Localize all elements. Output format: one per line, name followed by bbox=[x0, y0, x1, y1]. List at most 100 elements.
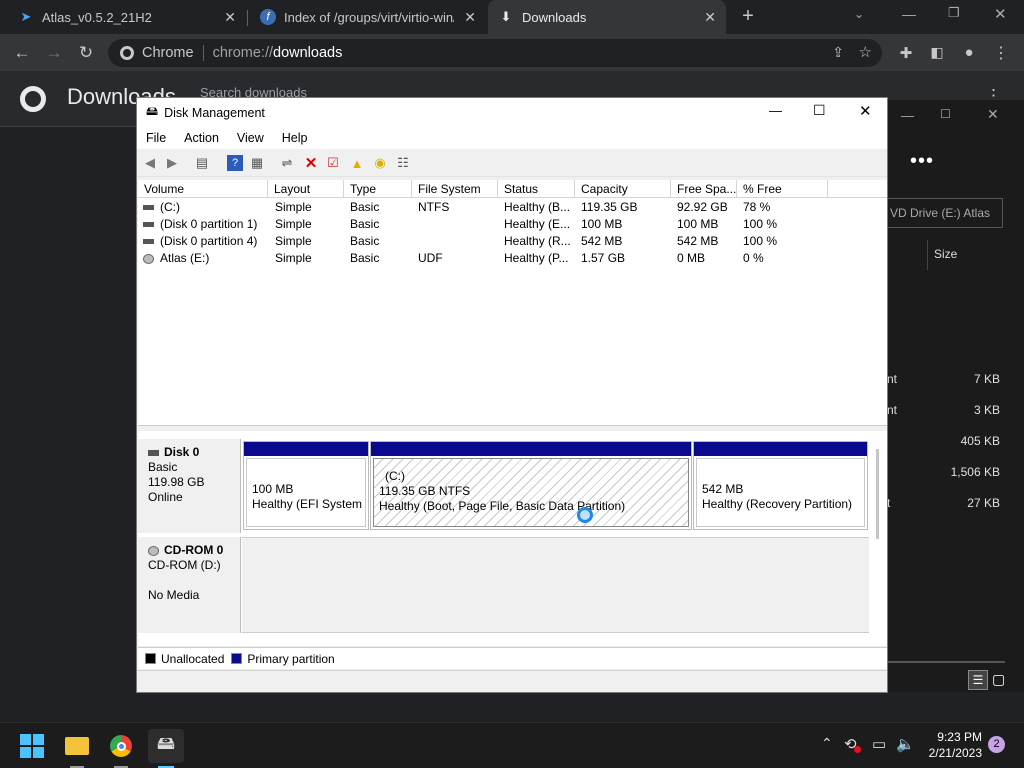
cdrom-area[interactable] bbox=[242, 537, 869, 633]
cell-status: Healthy (E... bbox=[504, 217, 571, 231]
drive-icon bbox=[143, 205, 154, 211]
network-icon[interactable]: ▭ bbox=[872, 735, 886, 753]
menu-help[interactable]: Help bbox=[273, 131, 317, 145]
unallocated-swatch bbox=[145, 653, 156, 664]
volume-icon[interactable]: 🔈 bbox=[896, 735, 915, 753]
tab-downloads[interactable]: ⬇ Downloads ✕ bbox=[488, 0, 726, 34]
help-icon[interactable]: ? bbox=[227, 155, 243, 171]
close-window-button[interactable]: ✕ bbox=[859, 102, 872, 120]
notification-badge[interactable]: 2 bbox=[988, 736, 1005, 753]
close-icon[interactable]: ✕ bbox=[224, 9, 236, 26]
console-tree-icon[interactable]: ▤ bbox=[194, 155, 210, 171]
tab-strip: ➤ Atlas_v0.5.2_21H2 ✕ f Index of /groups… bbox=[0, 0, 1024, 34]
delete-icon[interactable]: ✕ bbox=[303, 155, 319, 172]
cell-type: Basic bbox=[350, 217, 380, 231]
close-icon[interactable]: ✕ bbox=[704, 9, 716, 26]
partition-efi[interactable]: 100 MB Healthy (EFI System P bbox=[243, 441, 369, 530]
extensions-icon[interactable]: ✚ bbox=[891, 34, 921, 71]
cell-fs: UDF bbox=[418, 251, 443, 265]
column-type[interactable]: Type bbox=[344, 180, 412, 198]
partition-status: Healthy (EFI System P bbox=[252, 497, 366, 511]
back-icon[interactable]: ◀ bbox=[142, 155, 158, 171]
disk-management-icon: 🖴 bbox=[156, 733, 176, 753]
address-field[interactable]: VD Drive (E:) Atlas bbox=[887, 198, 1003, 228]
tab-virtio[interactable]: f Index of /groups/virt/virtio-win/d ✕ bbox=[250, 0, 486, 34]
partition-status: Healthy (Recovery Partition) bbox=[702, 497, 853, 511]
table-row[interactable]: (Disk 0 partition 1) bbox=[143, 216, 268, 233]
search-folder-icon[interactable]: ◉ bbox=[372, 155, 388, 171]
table-row[interactable]: (C:) bbox=[143, 199, 268, 216]
cell-free: 542 MB bbox=[677, 234, 719, 248]
scheme-label: Chrome bbox=[142, 45, 194, 61]
url-path: downloads bbox=[273, 45, 343, 61]
properties-icon[interactable]: ▦ bbox=[249, 155, 265, 171]
drive-icon bbox=[143, 222, 154, 228]
chevron-up-icon[interactable]: ⌃ bbox=[821, 735, 833, 752]
partition-c[interactable]: (C:) 119.35 GB NTFS Healthy (Boot, Page … bbox=[370, 441, 692, 530]
new-tab-button[interactable]: + bbox=[736, 5, 760, 29]
tab-atlas[interactable]: ➤ Atlas_v0.5.2_21H2 ✕ bbox=[8, 0, 246, 34]
table-row[interactable]: (Disk 0 partition 4) bbox=[143, 233, 268, 250]
column-volume[interactable]: Volume bbox=[138, 180, 268, 198]
cdrom-label[interactable]: CD-ROM 0 CD-ROM (D:) No Media bbox=[138, 537, 241, 633]
restore-button[interactable]: ❐ bbox=[948, 5, 960, 21]
minimize-button[interactable]: — bbox=[901, 108, 914, 123]
chrome-taskbar-button[interactable] bbox=[106, 731, 136, 761]
column-percent-free[interactable]: % Free bbox=[737, 180, 828, 198]
maximize-button[interactable]: ☐ bbox=[940, 107, 951, 121]
more-options-icon[interactable]: ••• bbox=[910, 150, 934, 173]
start-button[interactable] bbox=[17, 731, 47, 761]
clock[interactable]: 9:23 PM 2/21/2023 bbox=[922, 729, 982, 761]
column-layout[interactable]: Layout bbox=[268, 180, 344, 198]
address-bar[interactable]: Chrome chrome://downloads ⇪ ☆ bbox=[108, 39, 882, 67]
reload-button[interactable]: ↻ bbox=[71, 34, 101, 71]
column-free-space[interactable]: Free Spa... bbox=[671, 180, 737, 198]
scrollbar[interactable] bbox=[876, 449, 879, 539]
profile-icon[interactable]: ● bbox=[954, 34, 984, 71]
menu-bar: File Action View Help bbox=[137, 127, 887, 149]
connect-icon[interactable]: ⇌ bbox=[279, 155, 295, 171]
table-row[interactable]: Atlas (E:) bbox=[143, 250, 268, 267]
cell-type: Basic bbox=[350, 200, 380, 214]
column-file-system[interactable]: File System bbox=[412, 180, 498, 198]
file-size: 1,506 KB bbox=[950, 465, 1000, 479]
file-size: 7 KB bbox=[973, 372, 1000, 386]
list-view-icon[interactable]: ☷ bbox=[395, 155, 411, 171]
disk0-name: Disk 0 bbox=[164, 445, 200, 459]
size-column-header[interactable]: Size bbox=[934, 247, 957, 261]
close-window-button[interactable]: ✕ bbox=[994, 5, 1007, 23]
fedora-icon: f bbox=[260, 9, 276, 25]
cell-pct: 100 % bbox=[743, 234, 778, 248]
busy-cursor-icon bbox=[577, 507, 593, 523]
column-status[interactable]: Status bbox=[498, 180, 575, 198]
file-size: 27 KB bbox=[967, 496, 1000, 510]
tab-search-icon[interactable]: ⌄ bbox=[854, 7, 864, 21]
minimize-button[interactable]: — bbox=[902, 6, 916, 22]
close-window-button[interactable]: ✕ bbox=[987, 106, 999, 123]
cell-layout: Simple bbox=[275, 200, 312, 214]
disk-management-taskbar-button[interactable]: 🖴 bbox=[148, 729, 184, 763]
partition-recovery[interactable]: 542 MB Healthy (Recovery Partition) bbox=[693, 441, 868, 530]
disk0-label[interactable]: Disk 0 Basic 119.98 GB Online bbox=[138, 439, 241, 533]
side-panel-icon[interactable]: ◧ bbox=[922, 34, 952, 71]
cell-layout: Simple bbox=[275, 234, 312, 248]
menu-view[interactable]: View bbox=[228, 131, 273, 145]
back-button[interactable]: ← bbox=[7, 34, 37, 71]
column-capacity[interactable]: Capacity bbox=[575, 180, 671, 198]
url-prefix: chrome:// bbox=[212, 45, 274, 61]
minimize-button[interactable]: — bbox=[769, 103, 782, 118]
check-icon[interactable]: ☑ bbox=[325, 155, 341, 171]
tiles-view-icon[interactable]: ▢ bbox=[992, 671, 1005, 688]
bookmark-star-icon[interactable]: ☆ bbox=[859, 43, 872, 61]
menu-action[interactable]: Action bbox=[175, 131, 228, 145]
menu-kebab-icon[interactable]: ⋮ bbox=[986, 34, 1016, 71]
forward-icon[interactable]: ▶ bbox=[164, 155, 180, 171]
details-view-icon[interactable]: ☰ bbox=[968, 670, 988, 690]
menu-file[interactable]: File bbox=[137, 131, 175, 145]
maximize-button[interactable]: ☐ bbox=[813, 102, 826, 119]
share-icon[interactable]: ⇪ bbox=[832, 44, 844, 61]
close-icon[interactable]: ✕ bbox=[464, 9, 476, 26]
file-explorer-button[interactable] bbox=[62, 731, 92, 761]
folder-up-icon[interactable]: ▲ bbox=[349, 155, 365, 171]
forward-button[interactable]: → bbox=[39, 34, 69, 71]
